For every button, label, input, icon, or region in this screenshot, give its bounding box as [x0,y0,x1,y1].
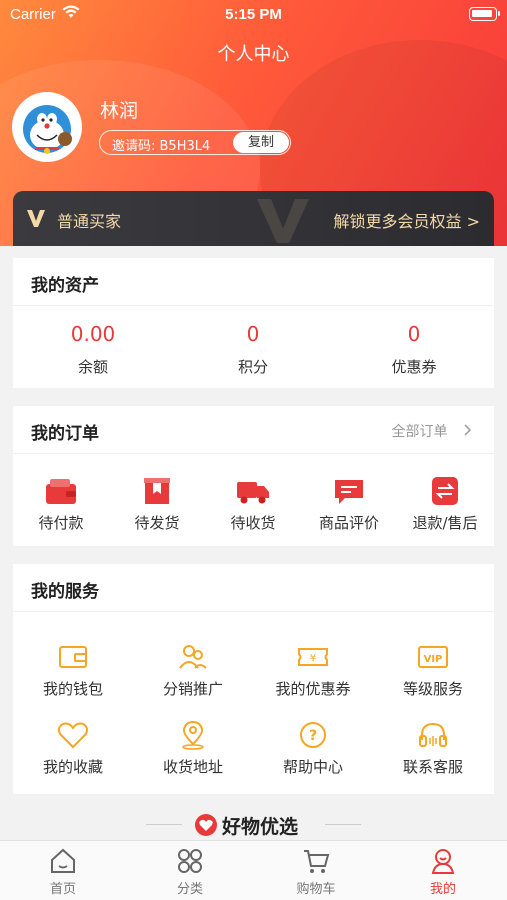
balance-label: 余额 [77,358,108,376]
balance-item[interactable]: 0.00 余额 [13,322,173,377]
users-icon [177,642,209,672]
tab-label: 我的 [429,882,456,897]
cart-icon [302,847,330,875]
order-label: 退款/售后 [412,514,478,532]
order-label: 待收货 [230,514,276,532]
services-header: 我的服务 [13,564,494,612]
orders-header: 我的订单 全部订单 [13,406,494,454]
exchange-icon [428,476,462,506]
profile-header: Carrier 5:15 PM 个人中心 林润 邀请码: B5H3L4 复制 普… [0,0,507,246]
order-review[interactable]: 商品评价 [301,476,397,533]
vip-v-icon [25,208,47,232]
coupon-icon: ¥ [297,642,329,672]
home-icon [49,847,77,875]
tab-profile[interactable]: 我的 [380,847,506,897]
points-label: 积分 [237,358,268,376]
truck-icon [236,476,270,506]
divider [325,824,361,825]
service-address[interactable]: 收货地址 [133,720,253,777]
wallet-icon [44,476,78,506]
points-item[interactable]: 0 积分 [173,322,333,377]
divider [146,824,182,825]
assets-header: 我的资产 [13,258,494,306]
avatar[interactable] [12,92,82,162]
battery-icon [469,7,500,21]
assets-card: 我的资产 0.00 余额 0 积分 0 优惠券 [13,258,494,388]
service-level[interactable]: VIP 等级服务 [373,642,493,699]
vip-icon: VIP [417,642,449,672]
services-title: 我的服务 [31,582,99,602]
coupons-value: 0 [407,322,421,346]
coupons-label: 优惠券 [391,358,437,376]
orders-title: 我的订单 [31,424,99,444]
order-label: 待发货 [134,514,180,532]
comment-icon [332,476,366,506]
service-wallet[interactable]: 我的钱包 [13,642,133,699]
wallet-outline-icon [57,642,89,672]
vip-watermark-icon [253,195,313,246]
vip-bar[interactable]: 普通买家 解锁更多会员权益 > [13,191,494,246]
order-pending-receipt[interactable]: 待收货 [205,476,301,533]
points-value: 0 [246,322,260,346]
svg-text:VIP: VIP [424,654,443,665]
service-label: 帮助中心 [282,758,343,776]
tab-cart[interactable]: 购物车 [253,847,379,897]
tab-bar: 首页 分类 购物车 我的 [0,840,507,900]
heart-icon [57,720,89,750]
status-time: 5:15 PM [225,6,282,23]
svg-text:¥: ¥ [310,653,316,664]
heart-badge-icon [194,813,218,841]
service-favorites[interactable]: 我的收藏 [13,720,133,777]
service-label: 分销推广 [162,680,223,698]
username: 林润 [100,100,139,122]
svg-text:?: ? [309,728,317,744]
invite-code-pill: 邀请码: B5H3L4 复制 [99,130,291,155]
service-distribution[interactable]: 分销推广 [133,642,253,699]
status-bar: Carrier 5:15 PM [0,0,507,30]
order-refund[interactable]: 退款/售后 [397,476,493,533]
service-coupons[interactable]: ¥ 我的优惠券 [253,642,373,699]
copy-button[interactable]: 复制 [233,132,289,153]
member-level: 普通买家 [57,212,122,231]
orders-card: 我的订单 全部订单 待付款 待发货 待收货 商品评价 退款/售后 [13,406,494,546]
location-icon [177,720,209,750]
page-title: 个人中心 [217,44,290,65]
order-pending-shipment[interactable]: 待发货 [109,476,205,533]
assets-title: 我的资产 [31,276,99,296]
service-label: 我的钱包 [42,680,103,698]
help-icon: ? [297,720,329,750]
order-label: 待付款 [38,514,84,532]
service-support[interactable]: 联系客服 [373,720,493,777]
order-label: 商品评价 [318,514,379,532]
tab-label: 购物车 [296,882,336,897]
goods-section-title: 好物优选 [0,810,507,840]
package-icon [140,476,174,506]
service-label: 我的收藏 [42,758,103,776]
tab-category[interactable]: 分类 [127,847,253,897]
goods-title: 好物优选 [222,816,299,838]
grid-icon [176,847,204,875]
profile-icon [429,847,457,875]
coupons-item[interactable]: 0 优惠券 [334,322,494,377]
order-pending-payment[interactable]: 待付款 [13,476,109,533]
unlock-benefits-link[interactable]: 解锁更多会员权益 > [334,208,481,232]
service-help[interactable]: ? 帮助中心 [253,720,373,777]
invite-code: 邀请码: B5H3L4 [112,139,211,154]
balance-value: 0.00 [70,322,116,346]
service-label: 联系客服 [402,758,463,776]
tab-home[interactable]: 首页 [0,847,126,897]
service-label: 等级服务 [402,680,463,698]
service-label: 收货地址 [162,758,223,776]
all-orders-label: 全部订单 [391,424,448,440]
all-orders-link[interactable]: 全部订单 [392,421,472,441]
tab-label: 首页 [49,882,76,897]
headset-icon [417,720,449,750]
services-card: 我的服务 我的钱包 分销推广 ¥ 我的优惠券 VIP 等级服务 我的收藏 收货地 [13,564,494,794]
chevron-right-icon [464,424,472,440]
tab-label: 分类 [176,882,203,897]
service-label: 我的优惠券 [275,680,351,698]
